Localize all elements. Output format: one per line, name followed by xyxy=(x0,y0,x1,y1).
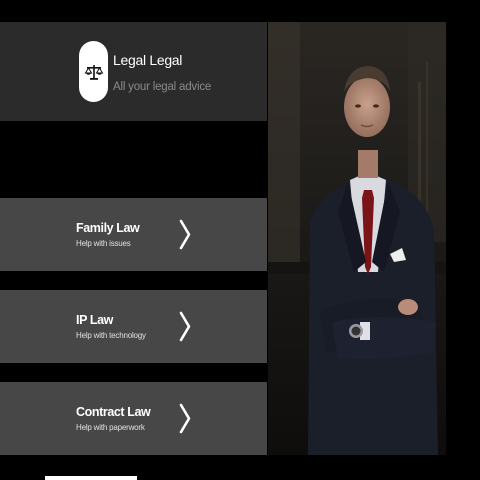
app-title: Legal Legal xyxy=(113,52,183,68)
service-card-contract-law[interactable]: Contract Law Help with paperwork xyxy=(0,382,267,455)
chevron-right-icon[interactable] xyxy=(178,218,192,251)
service-subtitle: Help with paperwork xyxy=(76,423,145,432)
chevron-right-icon[interactable] xyxy=(178,310,192,343)
service-title: Family Law xyxy=(76,221,140,235)
service-title: Contract Law xyxy=(76,405,151,419)
chevron-right-icon[interactable] xyxy=(178,402,192,435)
logo xyxy=(79,41,108,102)
service-card-ip-law[interactable]: IP Law Help with technology xyxy=(0,290,267,363)
app-tagline: All your legal advice xyxy=(113,81,212,93)
lawyer-portrait-photo xyxy=(268,22,446,455)
service-subtitle: Help with issues xyxy=(76,239,131,248)
service-title: IP Law xyxy=(76,313,113,327)
app-screen: Legal Legal All your legal advice Family… xyxy=(0,0,480,480)
service-card-family-law[interactable]: Family Law Help with issues xyxy=(0,198,267,271)
app-header: Legal Legal All your legal advice xyxy=(0,22,267,121)
bottom-indicator-bar xyxy=(45,476,137,480)
scales-of-justice-icon xyxy=(84,64,103,80)
service-subtitle: Help with technology xyxy=(76,331,146,340)
